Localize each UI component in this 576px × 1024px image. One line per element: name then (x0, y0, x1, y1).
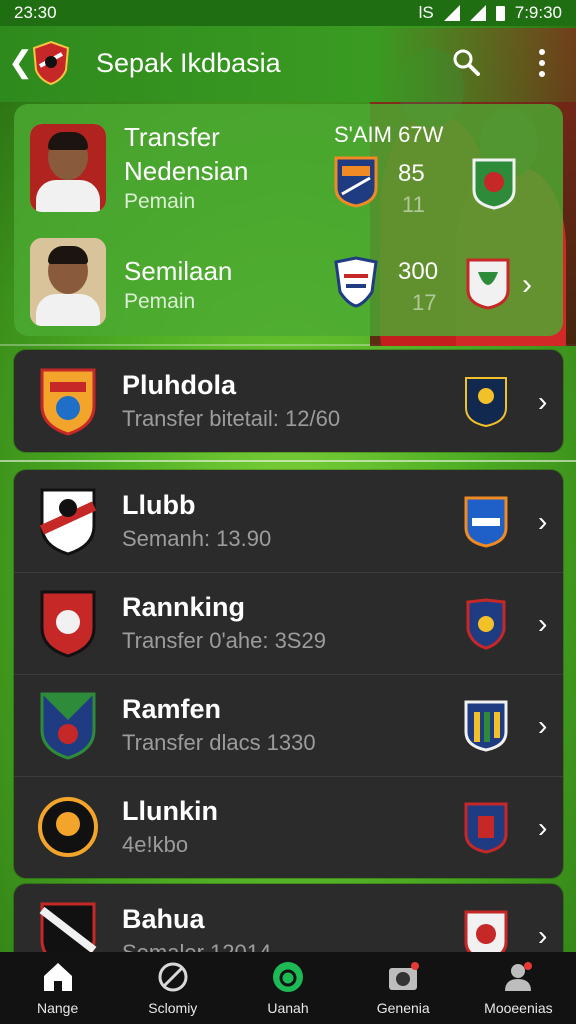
list-item[interactable]: Bahua Semaler 12014 › (14, 884, 563, 952)
item-subtitle: Transfer 0'ahe: 3S29 (122, 628, 326, 653)
camera-icon (389, 962, 420, 990)
nav-item-sclomiy[interactable]: Sclomiy (115, 952, 230, 1024)
club-crest-icon (40, 692, 96, 760)
pitch-line (0, 460, 576, 462)
back-arrow-icon[interactable]: ❮ (8, 48, 33, 78)
status-bar: 23:30 lS 7:9:30 (0, 0, 576, 26)
nav-item-genenia[interactable]: Genenia (346, 952, 461, 1024)
item-title: Ramfen (122, 694, 222, 724)
player-faint-value: 11 (402, 192, 425, 217)
partial-list-panel: Bahua Semaler 12014 › (14, 884, 563, 952)
club-badge-icon (466, 258, 510, 310)
item-subtitle: Transfer dlacs 1330 (122, 730, 316, 755)
list-item[interactable]: Pluhdola Transfer bitetail: 12/60 › (14, 350, 563, 452)
item-subtitle: Semaler 12014 (122, 940, 271, 952)
football-icon (158, 962, 188, 992)
club-badge-icon (334, 156, 378, 208)
club-badge-icon (472, 158, 516, 210)
player-row[interactable]: Semilaan Pemain 300 17 › (14, 236, 563, 336)
nav-label: Mooeenias (484, 1000, 553, 1016)
status-clock: 7:9:30 (514, 3, 562, 22)
player-name: Semilaan (124, 256, 233, 286)
club-crest-icon (40, 368, 96, 436)
list-item[interactable]: Rannking Transfer 0'ahe: 3S29 › (14, 572, 563, 675)
player-avatar (30, 124, 106, 212)
chevron-right-icon[interactable]: › (538, 710, 547, 742)
club-crest-icon (38, 797, 98, 857)
chevron-right-icon[interactable]: › (538, 506, 547, 538)
player-name-line2: Nedensian (124, 156, 249, 186)
club-badge-icon (466, 598, 506, 650)
signal-label: lS (418, 3, 434, 22)
player-faint-value: 17 (412, 290, 437, 315)
list-item[interactable]: Ramfen Transfer dlacs 1330 › (14, 674, 563, 777)
item-subtitle: Semanh: 13.90 (122, 526, 272, 551)
list-item[interactable]: Llubb Semanh: 13.90 › (14, 470, 563, 573)
home-icon (43, 963, 72, 991)
player-value: 300 (398, 258, 439, 285)
nav-item-home[interactable]: Nange (0, 952, 115, 1024)
item-title: Llunkin (122, 796, 218, 826)
nav-label: Nange (36, 1000, 79, 1016)
transfer-card: S'AIM 67W Transfer Nedensian Pemain 85 1… (14, 104, 563, 336)
chevron-right-icon[interactable]: › (538, 608, 547, 640)
item-title: Bahua (122, 904, 205, 934)
player-row[interactable]: Transfer Nedensian Pemain 85 11 (14, 122, 563, 222)
nav-label: Sclomiy (148, 1000, 198, 1016)
transfer-detail-panel: Pluhdola Transfer bitetail: 12/60 › (14, 350, 563, 452)
club-badge-icon (464, 802, 508, 854)
item-title: Pluhdola (122, 370, 236, 400)
player-value: 85 (398, 160, 425, 187)
club-badge-icon (334, 256, 378, 308)
more-options-icon[interactable] (532, 46, 552, 80)
profile-icon (505, 962, 533, 991)
bottom-navigation: Nange Sclomiy Uanah Genenia Mooeenias (0, 952, 576, 1024)
club-badge-icon (464, 910, 508, 952)
wifi-icon (469, 5, 486, 21)
nav-label: Genenia (376, 1000, 430, 1016)
nav-item-uanah[interactable]: Uanah (230, 952, 345, 1024)
status-time: 23:30 (14, 3, 57, 22)
club-badge-icon (465, 377, 507, 428)
club-crest-icon (39, 902, 97, 952)
battery-icon (495, 5, 505, 21)
chevron-right-icon[interactable]: › (522, 270, 532, 300)
app-logo-icon (32, 40, 70, 86)
whistle-icon (273, 962, 303, 992)
nav-label: Uanah (267, 1000, 309, 1016)
chevron-right-icon[interactable]: › (538, 386, 547, 418)
player-avatar (30, 238, 106, 326)
app-bar: ❮ Sepak Ikdbasia (0, 26, 576, 102)
signal-icon (443, 5, 460, 21)
chevron-right-icon[interactable]: › (538, 812, 547, 844)
status-icons: lS 7:9:30 (419, 3, 562, 23)
item-subtitle: Transfer bitetail: 12/60 (122, 406, 341, 431)
page-title: Sepak Ikdbasia (96, 48, 281, 78)
item-title: Rannking (122, 592, 246, 622)
player-role: Pemain (124, 190, 196, 213)
nav-item-mooeenias[interactable]: Mooeenias (461, 952, 576, 1024)
item-title: Llubb (122, 490, 196, 520)
club-badge-icon (464, 700, 508, 752)
club-badge-icon (464, 496, 508, 548)
list-item[interactable]: Llunkin 4e!kbo › (14, 776, 563, 878)
item-subtitle: 4e!kbo (122, 832, 189, 857)
chevron-right-icon[interactable]: › (538, 920, 547, 952)
club-list-panel: Llubb Semanh: 13.90 › Rannking Transfer … (14, 470, 563, 878)
club-crest-icon (39, 488, 97, 556)
player-role: Pemain (124, 290, 196, 313)
search-icon[interactable] (452, 48, 480, 76)
player-name: Transfer (124, 122, 220, 152)
club-crest-icon (40, 590, 96, 658)
